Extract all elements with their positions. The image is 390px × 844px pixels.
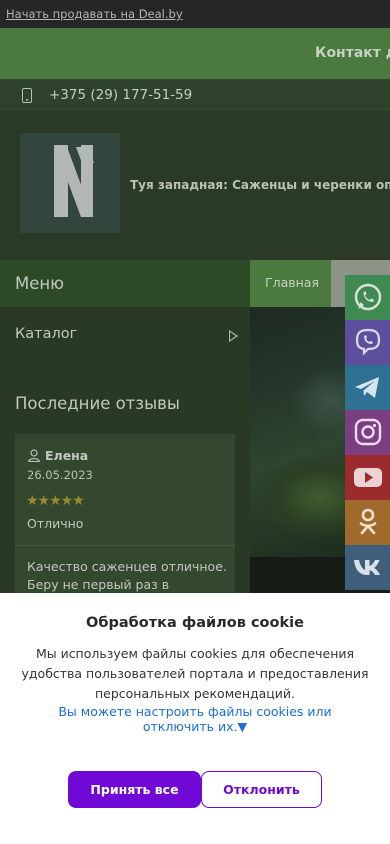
contacts-bar: Контакт д	[0, 28, 390, 79]
odnoklassniki-button[interactable]	[345, 500, 390, 545]
cookie-text: Мы используем файлы cookies для обеспече…	[21, 646, 369, 701]
sidebar: Меню Каталог Последние отзывы Елена 26.0…	[0, 260, 250, 604]
phone-bar: +375 (29) 177-51-59	[0, 79, 390, 111]
vk-icon	[345, 545, 390, 590]
telegram-button[interactable]	[345, 365, 390, 410]
decline-button[interactable]: Отклонить	[201, 771, 322, 808]
telegram-icon	[345, 365, 390, 410]
top-bar: Начать продавать на Deal.by	[0, 0, 390, 28]
mobile-phone-icon	[22, 88, 32, 103]
site-title: Туя западная: Саженцы и черенки опт	[130, 178, 390, 192]
review-card: Елена 26.05.2023 ★★★★★ Отлично Качество …	[15, 434, 235, 604]
company-logo[interactable]	[20, 133, 120, 233]
site-header: Туя западная: Саженцы и черенки опт	[0, 111, 390, 260]
divider	[15, 545, 235, 546]
review-text: Качество саженцев отличное. Беру не перв…	[27, 559, 227, 592]
user-icon	[28, 449, 40, 462]
viber-icon	[345, 320, 390, 365]
odnoklassniki-icon	[345, 500, 390, 545]
whatsapp-icon	[345, 275, 390, 320]
menu-header: Меню	[0, 260, 250, 307]
logo-mark-icon	[54, 145, 94, 217]
accept-all-button[interactable]: Принять все	[68, 771, 201, 808]
instagram-button[interactable]	[345, 410, 390, 455]
contacts-link[interactable]: Контакт д	[315, 45, 390, 61]
tab-home[interactable]: Главная	[250, 260, 331, 307]
tab-home-label: Главная	[265, 275, 319, 290]
vk-button[interactable]	[345, 545, 390, 590]
review-rating-text: Отлично	[27, 516, 84, 531]
cookie-banner: Обработка файлов cookie Мы используем фа…	[0, 593, 390, 844]
review-date: 26.05.2023	[27, 468, 93, 482]
rating-stars-icon: ★★★★★	[26, 493, 85, 509]
sidebar-item-catalog[interactable]: Каталог	[15, 326, 77, 342]
start-selling-link[interactable]: Начать продавать на Deal.by	[6, 7, 183, 21]
youtube-icon	[345, 455, 390, 500]
whatsapp-button[interactable]	[345, 275, 390, 320]
youtube-button[interactable]	[345, 455, 390, 500]
latest-reviews-title: Последние отзывы	[15, 394, 180, 413]
review-author: Елена	[45, 448, 89, 463]
phone-number[interactable]: +375 (29) 177-51-59	[49, 87, 192, 103]
cookie-settings-link[interactable]: Вы можете настроить файлы cookies или от…	[22, 704, 368, 734]
chevron-right-icon[interactable]	[229, 330, 238, 342]
menu-title: Меню	[15, 274, 65, 293]
cookie-title: Обработка файлов cookie	[86, 615, 304, 631]
instagram-icon	[345, 410, 390, 455]
viber-button[interactable]	[345, 320, 390, 365]
